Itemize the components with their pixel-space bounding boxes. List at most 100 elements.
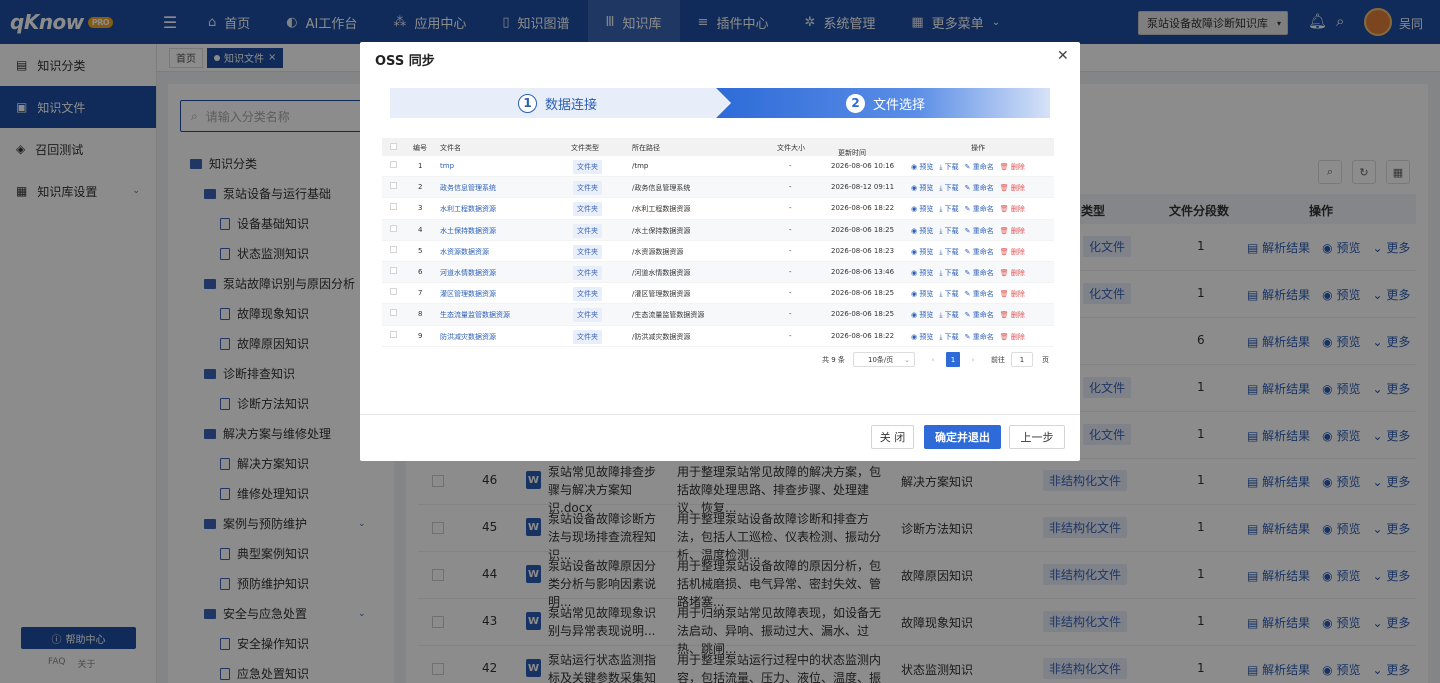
file-name-link[interactable]: 防洪减灾数据资源 bbox=[440, 332, 496, 342]
download-link[interactable]: ⤓ 下载 bbox=[939, 183, 958, 193]
rename-link[interactable]: ✎ 重命名 bbox=[965, 332, 994, 342]
file-path: /灌区管理数据资源 bbox=[632, 290, 691, 299]
delete-icon: 🗑︎ bbox=[999, 332, 1011, 341]
goto-page-input[interactable]: 1 bbox=[1011, 352, 1033, 367]
file-name-link[interactable]: 水资源数据资源 bbox=[440, 247, 489, 257]
updated-time: 2026-08-06 18:23 bbox=[831, 246, 895, 255]
delete-icon: 🗑︎ bbox=[999, 184, 1011, 193]
file-row: 3 水利工程数据资源 文件夹/水利工程数据资源 - 2026-08-06 18:22 ◉ … bbox=[382, 198, 1054, 220]
file-name-link[interactable]: tmp bbox=[440, 162, 454, 170]
rename-link[interactable]: ✎ 重命名 bbox=[965, 162, 994, 172]
updated-time: 2026-08-06 18:25 bbox=[831, 225, 895, 234]
preview-link[interactable]: ◉ 预览 bbox=[911, 332, 933, 342]
file-name-link[interactable]: 河道水情数据资源 bbox=[440, 268, 496, 278]
close-icon[interactable]: ✕ bbox=[1057, 48, 1069, 64]
row-checkbox[interactable] bbox=[390, 288, 397, 296]
rename-icon: ✎ bbox=[964, 226, 973, 235]
row-checkbox[interactable] bbox=[390, 161, 397, 168]
rename-icon: ✎ bbox=[964, 163, 973, 171]
updated-time: 2026-08-12 09:11 bbox=[831, 183, 895, 192]
download-link[interactable]: ⤓ 下载 bbox=[939, 162, 958, 172]
row-checkbox[interactable] bbox=[390, 330, 397, 338]
file-path: /水土保持数据资源 bbox=[632, 226, 691, 235]
preview-link[interactable]: ◉ 预览 bbox=[911, 226, 933, 236]
row-number: 4 bbox=[418, 225, 423, 234]
action-label: 删除 bbox=[1010, 205, 1025, 214]
file-type-tag: 文件夹 bbox=[573, 223, 602, 238]
download-link[interactable]: ⤓ 下载 bbox=[939, 289, 958, 299]
column-size: 文件大小 bbox=[777, 144, 805, 152]
rename-link[interactable]: ✎ 重命名 bbox=[965, 204, 994, 214]
rename-link[interactable]: ✎ 重命名 bbox=[965, 226, 994, 236]
select-all-checkbox[interactable] bbox=[390, 143, 397, 150]
page-1-button[interactable]: 1 bbox=[946, 352, 960, 367]
row-actions: ◉ 预览 ⤓ 下载 ✎ 重命名 🗑︎ 删除 bbox=[911, 332, 1025, 342]
delete-link[interactable]: 🗑︎ 删除 bbox=[1000, 183, 1025, 193]
download-link[interactable]: ⤓ 下载 bbox=[939, 268, 958, 278]
file-name-link[interactable]: 水土保持数据资源 bbox=[440, 226, 496, 236]
rename-link[interactable]: ✎ 重命名 bbox=[965, 247, 994, 257]
delete-link[interactable]: 🗑︎ 删除 bbox=[1000, 332, 1025, 342]
action-label: 删除 bbox=[1010, 290, 1025, 299]
action-label: 删除 bbox=[1010, 311, 1025, 320]
delete-link[interactable]: 🗑︎ 删除 bbox=[1000, 310, 1025, 320]
page-size-select[interactable]: 10条/页 ⌄ bbox=[853, 352, 915, 367]
preview-link[interactable]: ◉ 预览 bbox=[911, 289, 933, 299]
delete-link[interactable]: 🗑︎ 删除 bbox=[1000, 247, 1025, 257]
preview-link[interactable]: ◉ 预览 bbox=[911, 310, 933, 320]
file-row: 4 水土保持数据资源 文件夹/水土保持数据资源 - 2026-08-06 18:25 ◉ … bbox=[382, 219, 1054, 241]
file-name-link[interactable]: 水利工程数据资源 bbox=[440, 204, 496, 214]
download-link[interactable]: ⤓ 下载 bbox=[939, 226, 958, 236]
rename-link[interactable]: ✎ 重命名 bbox=[965, 289, 994, 299]
row-checkbox[interactable] bbox=[390, 203, 397, 211]
file-path: /生态流量监管数据资源 bbox=[632, 311, 705, 320]
delete-link[interactable]: 🗑︎ 删除 bbox=[1000, 204, 1025, 214]
delete-icon: 🗑︎ bbox=[999, 311, 1011, 320]
preview-link[interactable]: ◉ 预览 bbox=[911, 268, 933, 278]
next-page-button[interactable]: › bbox=[966, 352, 980, 367]
preview-link[interactable]: ◉ 预览 bbox=[911, 183, 933, 193]
confirm-exit-button[interactable]: 确定并退出 bbox=[924, 425, 1001, 449]
file-name-link[interactable]: 生态流量监管数据资源 bbox=[440, 310, 510, 320]
row-checkbox[interactable] bbox=[390, 266, 397, 274]
file-type-tag: 文件夹 bbox=[573, 181, 602, 196]
rename-link[interactable]: ✎ 重命名 bbox=[965, 268, 994, 278]
rename-icon: ✎ bbox=[964, 247, 973, 256]
delete-link[interactable]: 🗑︎ 删除 bbox=[1000, 162, 1025, 172]
action-label: 下载 bbox=[944, 311, 959, 320]
row-checkbox[interactable] bbox=[390, 245, 397, 253]
updated-time: 2026-08-06 18:22 bbox=[831, 204, 895, 213]
row-actions: ◉ 预览 ⤓ 下载 ✎ 重命名 🗑︎ 删除 bbox=[911, 162, 1025, 172]
file-row: 7 灌区管理数据资源 文件夹/灌区管理数据资源 - 2026-08-06 18:25 ◉ … bbox=[382, 283, 1054, 305]
row-checkbox[interactable] bbox=[390, 309, 397, 317]
download-link[interactable]: ⤓ 下载 bbox=[939, 310, 958, 320]
download-link[interactable]: ⤓ 下载 bbox=[939, 332, 958, 342]
row-number: 1 bbox=[418, 162, 423, 170]
preview-link[interactable]: ◉ 预览 bbox=[911, 162, 933, 172]
file-size: - bbox=[789, 225, 792, 234]
action-label: 重命名 bbox=[972, 226, 994, 235]
file-path: /河道水情数据资源 bbox=[632, 268, 691, 277]
preview-link[interactable]: ◉ 预览 bbox=[911, 204, 933, 214]
step-number: 2 bbox=[846, 93, 865, 113]
delete-icon: 🗑︎ bbox=[999, 268, 1011, 277]
rename-link[interactable]: ✎ 重命名 bbox=[965, 310, 994, 320]
prev-page-button[interactable]: ‹ bbox=[926, 352, 940, 367]
rename-link[interactable]: ✎ 重命名 bbox=[965, 183, 994, 193]
file-type-tag: 文件夹 bbox=[573, 202, 602, 217]
delete-link[interactable]: 🗑︎ 删除 bbox=[1000, 226, 1025, 236]
row-actions: ◉ 预览 ⤓ 下载 ✎ 重命名 🗑︎ 删除 bbox=[911, 247, 1025, 257]
close-button[interactable]: 关 闭 bbox=[871, 425, 914, 449]
download-link[interactable]: ⤓ 下载 bbox=[939, 247, 958, 257]
row-checkbox[interactable] bbox=[390, 224, 397, 232]
prev-step-button[interactable]: 上一步 bbox=[1009, 425, 1065, 449]
row-checkbox[interactable] bbox=[390, 182, 397, 190]
file-name-link[interactable]: 政务信息管理系统 bbox=[440, 183, 496, 193]
file-table-header: 编号 文件名 文件类型 所在路径 文件大小 更新时间 ⇕ 操作 bbox=[382, 138, 1054, 157]
download-link[interactable]: ⤓ 下载 bbox=[939, 204, 958, 214]
delete-link[interactable]: 🗑︎ 删除 bbox=[1000, 268, 1025, 278]
delete-link[interactable]: 🗑︎ 删除 bbox=[1000, 289, 1025, 299]
file-name-link[interactable]: 灌区管理数据资源 bbox=[440, 289, 496, 299]
preview-link[interactable]: ◉ 预览 bbox=[911, 247, 933, 257]
file-row: 9 防洪减灾数据资源 文件夹/防洪减灾数据资源 - 2026-08-06 18:22 ◉ … bbox=[382, 326, 1054, 347]
